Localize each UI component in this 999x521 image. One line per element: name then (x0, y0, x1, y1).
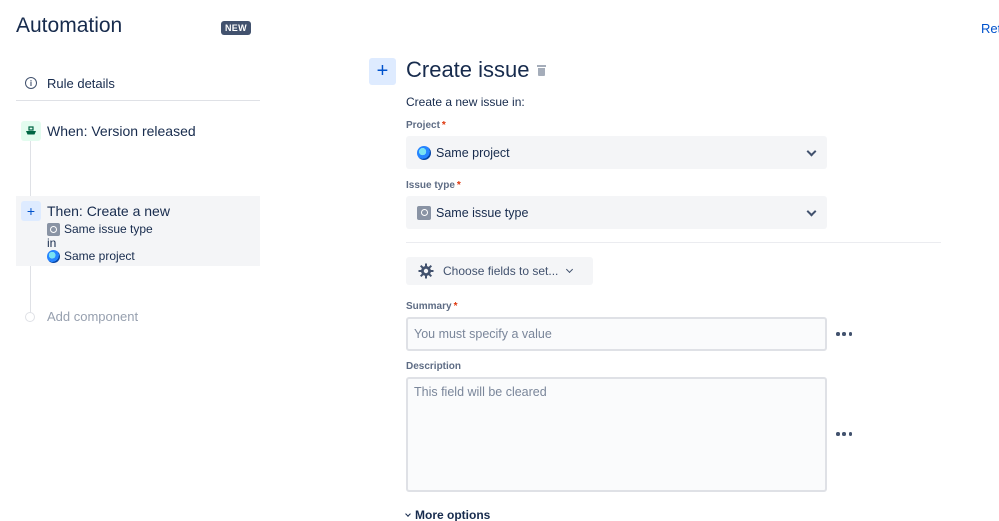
issue-type-icon (417, 205, 431, 220)
project-label: Project * (406, 120, 446, 131)
add-component-label: Add component (47, 309, 139, 324)
trigger-label: When: Version released (47, 123, 196, 139)
action-project: Same project (47, 249, 135, 263)
chevron-down-icon (566, 265, 574, 274)
add-dot-icon (25, 311, 35, 322)
new-badge: NEW (221, 21, 251, 35)
more-options-label: More options (415, 508, 491, 521)
issue-type-label: Issue type * (406, 180, 461, 191)
sidebar-divider (16, 100, 260, 101)
panel-subtitle: Create a new issue in: (406, 95, 525, 109)
project-select[interactable]: Same project (406, 136, 827, 169)
page-title: Automation (16, 14, 123, 37)
summary-label: Summary * (406, 301, 458, 312)
description-label: Description (406, 361, 462, 372)
rule-details-label: Rule details (47, 75, 115, 91)
panel-plus-icon: + (369, 58, 396, 85)
chevron-down-icon (405, 510, 411, 517)
issue-type-select-value: Same issue type (436, 205, 529, 220)
ship-icon (21, 121, 41, 141)
add-component-button[interactable]: Add component (16, 309, 138, 324)
action-issue-type-label: Same issue type (64, 222, 153, 236)
panel-title-text: Create issue (406, 57, 530, 82)
issue-type-select[interactable]: Same issue type (406, 196, 827, 229)
required-marker: * (441, 120, 446, 131)
summary-input[interactable] (406, 317, 827, 351)
choose-fields-label: Choose fields to set... (443, 264, 559, 278)
required-marker: * (456, 180, 461, 191)
description-textarea[interactable] (406, 377, 827, 492)
trash-icon[interactable] (536, 64, 546, 76)
rule-details-item[interactable]: i Rule details (16, 66, 260, 100)
panel-title: Create issue (406, 57, 546, 83)
gear-icon (418, 263, 434, 279)
issue-type-icon (47, 222, 60, 236)
action-project-label: Same project (64, 249, 135, 263)
plus-icon: + (21, 201, 41, 221)
chevron-down-icon (806, 146, 817, 157)
action-title: Then: Create a new (47, 203, 170, 219)
more-options-toggle[interactable]: More options (405, 508, 491, 521)
description-more-icon[interactable] (836, 432, 852, 436)
action-component[interactable]: + Then: Create a new Same issue type in … (16, 196, 260, 266)
required-marker: * (453, 301, 458, 312)
trigger-component[interactable]: When: Version released (16, 118, 260, 144)
project-icon (47, 249, 60, 263)
choose-fields-button[interactable]: Choose fields to set... (406, 257, 593, 285)
return-link[interactable]: Ret (981, 21, 999, 36)
project-select-value: Same project (436, 145, 510, 160)
project-globe-icon (417, 145, 431, 160)
action-issue-type: Same issue type (47, 222, 153, 236)
info-icon: i (25, 77, 37, 89)
summary-more-icon[interactable] (836, 332, 852, 336)
action-connector: in (47, 236, 57, 250)
chevron-down-icon (806, 206, 817, 217)
section-divider (406, 242, 941, 243)
